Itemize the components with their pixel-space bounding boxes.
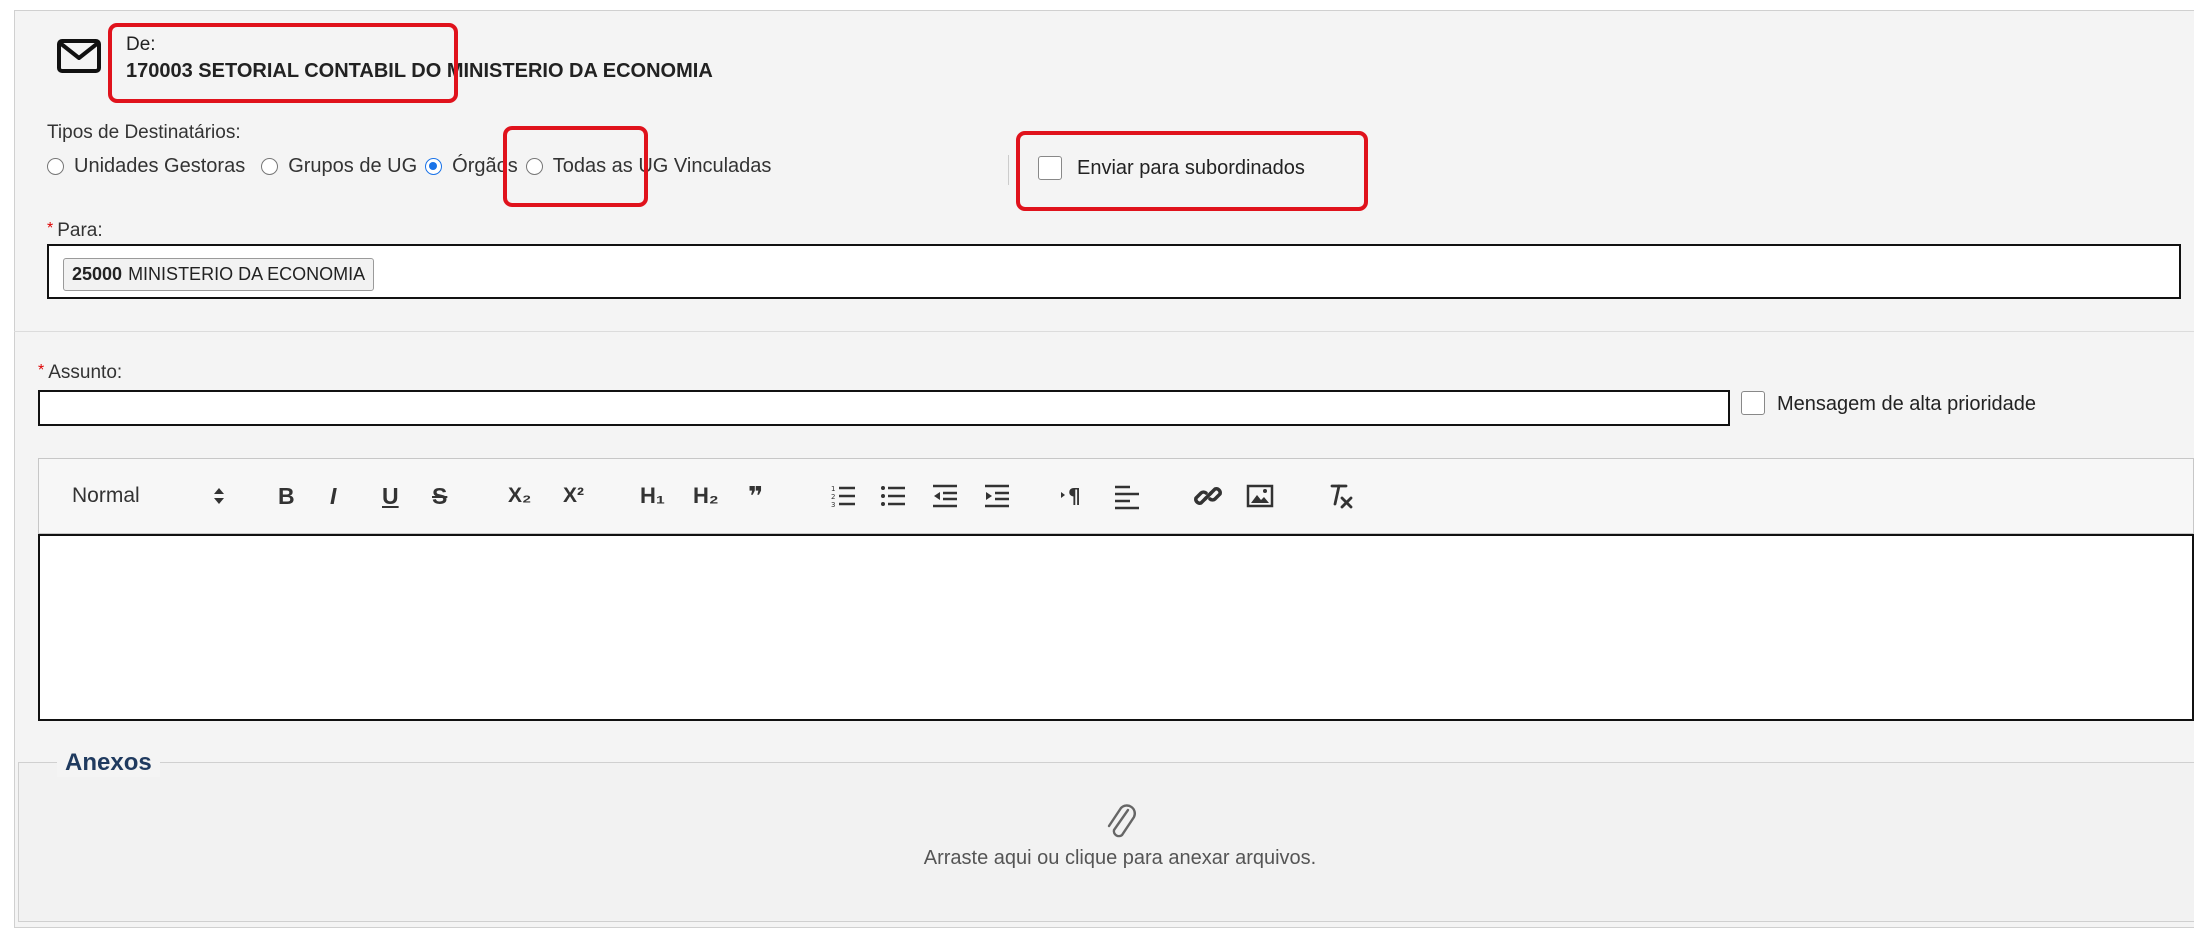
recipient-types-group: Unidades Gestoras Grupos de UG Órgãos To… [47, 153, 771, 179]
svg-text:2: 2 [831, 493, 835, 501]
mail-icon [57, 39, 101, 73]
recipient-types-label: Tipos de Destinatários: [47, 122, 241, 143]
image-icon[interactable] [1246, 480, 1274, 512]
align-icon[interactable] [1114, 480, 1140, 512]
divider [1008, 155, 1009, 185]
high-priority-checkbox[interactable] [1741, 391, 1765, 415]
underline-button[interactable]: U [382, 480, 399, 512]
radio-button[interactable] [261, 157, 279, 175]
subject-label: * Assunto: [38, 362, 123, 383]
from-label: De: [126, 34, 156, 55]
ordered-list-icon[interactable]: 123 [830, 480, 856, 512]
italic-button[interactable]: I [330, 480, 336, 512]
send-to-subordinates-checkbox[interactable] [1038, 156, 1062, 180]
outdent-icon[interactable] [932, 480, 958, 512]
h1-button[interactable]: H₁ [640, 480, 665, 512]
radio-orgaos[interactable]: Órgãos [425, 155, 518, 178]
blockquote-button[interactable]: ❞ [748, 480, 763, 512]
radio-button[interactable] [525, 157, 543, 175]
radio-grupos-de-ug[interactable]: Grupos de UG [261, 155, 417, 178]
clear-formatting-icon[interactable] [1326, 480, 1354, 512]
send-to-subordinates-label[interactable]: Enviar para subordinados [1077, 157, 1305, 180]
from-value: 170003 SETORIAL CONTABIL DO MINISTERIO D… [126, 60, 713, 82]
h2-button[interactable]: H₂ [693, 480, 719, 512]
bold-button[interactable]: B [278, 480, 295, 512]
indent-icon[interactable] [984, 480, 1010, 512]
attachments-title: Anexos [57, 749, 160, 777]
radio-button[interactable] [47, 157, 64, 175]
recipient-tag-code: 25000 [72, 264, 123, 284]
recipient-tag-name: MINISTERIO DA ECONOMIA [128, 264, 366, 284]
link-icon[interactable] [1194, 480, 1222, 512]
svg-text:1: 1 [831, 485, 835, 493]
subject-input[interactable] [38, 390, 1730, 426]
high-priority-label[interactable]: Mensagem de alta prioridade [1777, 393, 2036, 416]
bullet-list-icon[interactable] [880, 480, 906, 512]
superscript-button[interactable]: X² [563, 480, 584, 512]
text-direction-icon[interactable]: ¶ [1060, 480, 1088, 512]
strike-button[interactable]: S [432, 480, 447, 512]
message-body-editor[interactable] [38, 534, 2194, 721]
radio-label: Todas as UG Vinculadas [552, 154, 772, 177]
section-divider [14, 331, 2194, 332]
radio-button-selected[interactable] [425, 157, 443, 175]
to-label: * Para: [47, 220, 103, 241]
radio-label: Órgãos [452, 154, 518, 177]
format-select[interactable]: Normal [72, 480, 140, 512]
paperclip-icon[interactable] [1103, 800, 1139, 844]
recipient-tag[interactable]: 25000 MINISTERIO DA ECONOMIA [63, 258, 375, 291]
svg-text:¶: ¶ [1068, 484, 1081, 508]
radio-label: Unidades Gestoras [74, 154, 246, 177]
format-select-arrows-icon[interactable] [212, 480, 226, 512]
attachments-drop-text[interactable]: Arraste aqui ou clique para anexar arqui… [0, 847, 2194, 870]
radio-todas-ug-vinculadas[interactable]: Todas as UG Vinculadas [525, 154, 772, 178]
radio-unidades-gestoras[interactable]: Unidades Gestoras [47, 155, 245, 178]
svg-text:3: 3 [831, 501, 835, 509]
subscript-button[interactable]: X₂ [508, 480, 531, 512]
radio-label: Grupos de UG [288, 154, 418, 177]
